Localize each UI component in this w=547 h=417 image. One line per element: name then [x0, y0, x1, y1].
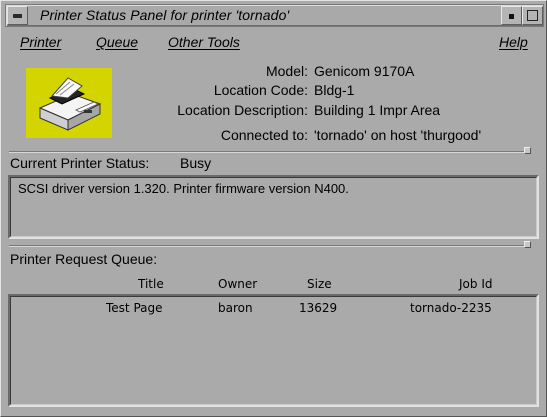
table-row[interactable]: Test Page baron 13629 tornado-2235: [10, 296, 537, 318]
model-label: Model:: [265, 63, 308, 79]
connected-value: 'tornado' on host 'thurgood': [314, 127, 482, 143]
job-title: Test Page: [106, 301, 163, 315]
pane-sash-handle[interactable]: [524, 147, 531, 154]
window-title: Printer Status Panel for printer 'tornad…: [40, 7, 290, 23]
location-code-value: Bldg-1: [314, 82, 355, 98]
status-message: SCSI driver version 1.320. Printer firmw…: [18, 181, 349, 196]
menu-bar: Printer Queue Other Tools Help: [5, 30, 544, 56]
window-menu-icon[interactable]: [7, 6, 28, 25]
column-header-job-id[interactable]: Job Id: [459, 277, 492, 291]
model-row: Model: Genicom 9170A: [1, 63, 547, 83]
status-value: Busy: [180, 155, 212, 171]
menu-help[interactable]: Help: [499, 34, 528, 50]
connected-row: Connected to: 'tornado' on host 'thurgoo…: [1, 127, 547, 147]
menu-printer[interactable]: Printer: [20, 34, 61, 50]
job-size: 13629: [299, 301, 338, 315]
menu-other-tools[interactable]: Other Tools: [168, 34, 240, 50]
location-code-row: Location Code: Bldg-1: [1, 82, 547, 102]
separator: [9, 151, 525, 153]
status-message-box[interactable]: SCSI driver version 1.320. Printer firmw…: [8, 175, 539, 239]
job-owner: baron: [218, 301, 253, 315]
column-header-title[interactable]: Title: [138, 277, 164, 291]
status-label: Current Printer Status:: [10, 155, 150, 171]
location-description-row: Location Description: Building 1 Impr Ar…: [1, 102, 547, 122]
location-description-label: Location Description:: [177, 102, 308, 118]
queue-list[interactable]: Test Page baron 13629 tornado-2235: [8, 294, 539, 407]
printer-status-window: Printer Status Panel for printer 'tornad…: [0, 0, 547, 417]
pane-sash-handle[interactable]: [524, 241, 531, 248]
connected-label: Connected to:: [220, 127, 308, 143]
location-code-label: Location Code:: [213, 82, 308, 98]
column-header-owner[interactable]: Owner: [218, 277, 257, 291]
menu-queue[interactable]: Queue: [96, 34, 138, 50]
queue-label: Printer Request Queue:: [10, 251, 158, 267]
title-bar[interactable]: Printer Status Panel for printer 'tornad…: [5, 4, 544, 27]
column-header-size[interactable]: Size: [307, 277, 332, 291]
job-id: tornado-2235: [410, 301, 492, 315]
separator: [9, 245, 525, 247]
location-description-value: Building 1 Impr Area: [314, 102, 441, 118]
maximize-icon[interactable]: [522, 6, 543, 25]
minimize-icon[interactable]: [501, 6, 522, 25]
model-value: Genicom 9170A: [314, 63, 415, 79]
